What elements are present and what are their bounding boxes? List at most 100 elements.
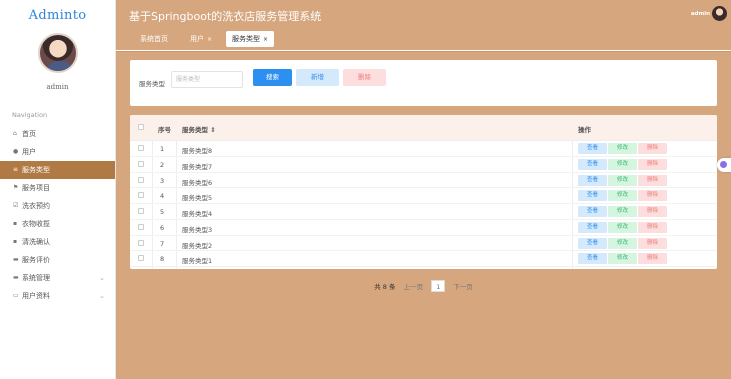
view-button[interactable]: 查看 <box>578 158 607 170</box>
avatar[interactable] <box>37 33 78 73</box>
tab[interactable]: 服务类型 × <box>226 31 275 47</box>
delete-row-button[interactable]: 删除 <box>638 253 667 265</box>
row-index: 4 <box>160 192 165 201</box>
nav-title: Navigation <box>12 111 48 119</box>
edit-button[interactable]: 修改 <box>608 221 637 233</box>
prev-page-button[interactable]: 上一页 <box>404 281 424 291</box>
view-button[interactable]: 查看 <box>578 143 607 154</box>
menu-icon: ☑ <box>13 202 19 209</box>
menu-icon: ▪ <box>13 238 18 245</box>
edit-button[interactable]: 修改 <box>608 158 637 170</box>
delete-row-button[interactable]: 删除 <box>638 143 667 154</box>
sidebar-item[interactable]: ▬ 服务评价 <box>0 251 115 269</box>
search-label: 服务类型 <box>139 80 165 88</box>
view-button[interactable]: 查看 <box>578 253 607 265</box>
row-checkbox[interactable] <box>138 239 144 248</box>
row-service-type: 服务类型4 <box>182 210 213 218</box>
sidebar-item[interactable]: ▪ 清洗确认 <box>0 233 115 251</box>
tab-bar: 系统首页 用户 × 服务类型 × <box>116 30 731 50</box>
sidebar-item-label: 用户资料 <box>22 292 50 300</box>
sidebar-item[interactable]: ● 用户 <box>0 143 115 161</box>
table-row: 4 服务类型5 查看 修改 删除 <box>130 188 717 204</box>
header-index: 序号 <box>158 126 171 134</box>
data-table: 序号 服务类型 ⇕ 操作 1 服务类型8 查看 修改 删除 2 服务类型7 查看 修改 删除 3 服务… <box>130 115 717 269</box>
view-button[interactable]: 查看 <box>578 190 607 202</box>
table-row: 1 服务类型8 查看 修改 删除 <box>130 141 717 157</box>
sidebar-item[interactable]: ⚑ 服务项目 <box>0 179 115 197</box>
close-icon[interactable]: × <box>207 36 212 43</box>
sidebar-item-label: 衣物收揽 <box>22 220 50 228</box>
sidebar-item[interactable]: ≡ 服务类型 <box>0 161 115 179</box>
row-checkbox[interactable] <box>138 223 144 232</box>
delete-button[interactable]: 删除 <box>343 69 386 86</box>
row-index: 6 <box>160 223 165 232</box>
edit-button[interactable]: 修改 <box>608 190 637 202</box>
header-username[interactable]: admin <box>691 11 710 17</box>
menu-icon: ▬ <box>13 256 19 263</box>
sidebar-item[interactable]: ▬ 系统管理 ⌄ <box>0 269 115 287</box>
search-button[interactable]: 搜索 <box>253 69 292 86</box>
brand-logo: Adminto <box>28 8 87 23</box>
top-header: 基于Springboot的洗衣店服务管理系统 admin <box>116 0 731 32</box>
tab-label: 用户 <box>190 35 204 43</box>
header-service-type[interactable]: 服务类型 ⇕ <box>182 124 216 134</box>
delete-row-button[interactable]: 删除 <box>638 190 667 202</box>
row-actions: 查看 修改 删除 <box>578 174 668 186</box>
menu-icon: ▬ <box>13 274 19 281</box>
sidebar-item[interactable]: ⌂ 首页 <box>0 125 115 143</box>
sidebar: Adminto admin Navigation ⌂ 首页 ● 用户 ≡ 服务类型 ⚑ 服务项… <box>0 0 116 379</box>
floating-tool-icon[interactable] <box>717 158 731 172</box>
search-input[interactable]: 服务类型 <box>171 71 243 88</box>
edit-button[interactable]: 修改 <box>608 253 637 265</box>
row-checkbox[interactable] <box>138 176 144 185</box>
row-actions: 查看 修改 删除 <box>578 158 668 170</box>
view-button[interactable]: 查看 <box>578 174 607 186</box>
sidebar-item-label: 服务评价 <box>22 256 50 264</box>
row-checkbox[interactable] <box>138 208 144 216</box>
tab[interactable]: 用户 × <box>184 31 218 47</box>
menu-icon: ≡ <box>13 166 19 173</box>
header-operations: 操作 <box>578 126 591 134</box>
sidebar-username: admin <box>46 83 69 91</box>
delete-row-button[interactable]: 删除 <box>638 174 667 186</box>
table-body: 1 服务类型8 查看 修改 删除 2 服务类型7 查看 修改 删除 3 服务类型6 查看 修改 删除 4 服务类… <box>130 141 717 267</box>
delete-row-button[interactable]: 删除 <box>638 237 667 249</box>
add-button[interactable]: 新增 <box>296 69 339 86</box>
row-checkbox[interactable] <box>138 255 144 263</box>
row-index: 2 <box>160 160 165 169</box>
row-actions: 查看 修改 删除 <box>578 190 668 202</box>
delete-row-button[interactable]: 删除 <box>638 221 667 233</box>
row-index: 7 <box>160 239 165 248</box>
edit-button[interactable]: 修改 <box>608 237 637 249</box>
row-checkbox[interactable] <box>138 160 144 169</box>
row-index: 3 <box>160 176 165 185</box>
menu-icon: ● <box>13 148 19 155</box>
sidebar-item-label: 清洗确认 <box>22 238 50 246</box>
edit-button[interactable]: 修改 <box>608 206 637 217</box>
sidebar-item[interactable]: ☑ 洗衣预约 <box>0 197 115 215</box>
header-avatar[interactable] <box>712 6 727 21</box>
page-number[interactable]: 1 <box>431 280 446 292</box>
edit-button[interactable]: 修改 <box>608 174 637 186</box>
row-checkbox[interactable] <box>138 145 144 153</box>
view-button[interactable]: 查看 <box>578 221 607 233</box>
delete-row-button[interactable]: 删除 <box>638 206 667 217</box>
row-service-type: 服务类型3 <box>182 225 213 234</box>
delete-row-button[interactable]: 删除 <box>638 158 667 170</box>
sidebar-item[interactable]: ▪ 衣物收揽 <box>0 215 115 233</box>
tab[interactable]: 系统首页 <box>134 31 174 47</box>
view-button[interactable]: 查看 <box>578 237 607 249</box>
row-service-type: 服务类型7 <box>182 162 213 171</box>
menu-icon: ▪ <box>13 220 18 227</box>
row-checkbox[interactable] <box>138 192 144 200</box>
row-service-type: 服务类型1 <box>182 257 213 266</box>
row-index: 8 <box>160 255 165 264</box>
row-service-type: 服务类型8 <box>182 147 213 155</box>
sidebar-item[interactable]: ▭ 用户资料 ⌄ <box>0 287 115 305</box>
select-all-checkbox[interactable] <box>138 124 144 132</box>
close-icon[interactable]: × <box>263 36 268 43</box>
row-index: 5 <box>160 208 165 216</box>
next-page-button[interactable]: 下一页 <box>453 281 473 291</box>
edit-button[interactable]: 修改 <box>608 143 637 154</box>
view-button[interactable]: 查看 <box>578 206 607 217</box>
